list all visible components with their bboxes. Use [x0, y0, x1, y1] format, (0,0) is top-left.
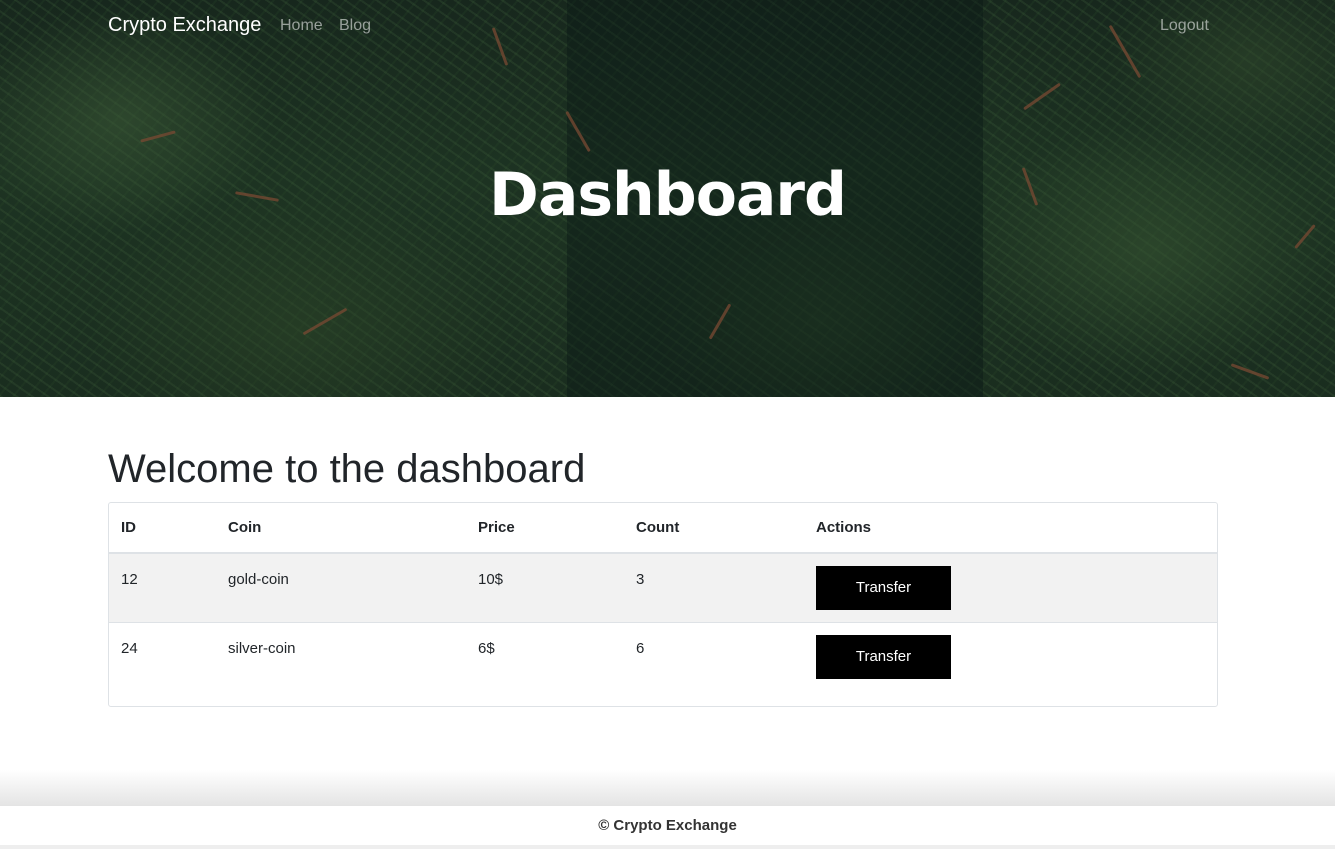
- cell-price: 10$: [478, 571, 504, 588]
- cell-id: 12: [121, 571, 138, 588]
- top-navbar: Crypto Exchange Home Blog Logout: [0, 0, 1335, 52]
- logout-link[interactable]: Logout: [1160, 17, 1209, 35]
- table-row: 12 gold-coin 10$ 3 Transfer: [109, 554, 1217, 623]
- column-header-id: ID: [121, 519, 136, 536]
- nav-link-blog[interactable]: Blog: [339, 17, 371, 35]
- cell-price: 6$: [478, 640, 495, 657]
- transfer-button[interactable]: Transfer: [816, 566, 951, 610]
- column-header-coin: Coin: [228, 519, 262, 536]
- decorative-twig: [140, 130, 176, 143]
- table-header-row: ID Coin Price Count Actions: [109, 503, 1217, 554]
- footer-shadow: [0, 770, 1335, 806]
- page-footer: © Crypto Exchange: [0, 806, 1335, 849]
- hero-banner: Crypto Exchange Home Blog Logout Dashboa…: [0, 0, 1335, 397]
- brand-link[interactable]: Crypto Exchange: [108, 14, 261, 37]
- page-heading: Welcome to the dashboard: [108, 447, 586, 491]
- cell-coin: gold-coin: [228, 571, 289, 588]
- coins-table: ID Coin Price Count Actions 12 gold-coin…: [108, 502, 1218, 707]
- decorative-twig: [1230, 363, 1270, 380]
- cell-coin: silver-coin: [228, 640, 296, 657]
- table-row: 24 silver-coin 6$ 6 Transfer: [109, 623, 1217, 691]
- cell-id: 24: [121, 640, 138, 657]
- transfer-button[interactable]: Transfer: [816, 635, 951, 679]
- decorative-twig: [1023, 82, 1061, 111]
- decorative-twig: [302, 307, 348, 336]
- footer-copyright: © Crypto Exchange: [598, 817, 737, 834]
- nav-link-home[interactable]: Home: [280, 17, 323, 35]
- cell-count: 3: [636, 571, 645, 588]
- column-header-actions: Actions: [816, 519, 872, 536]
- cell-count: 6: [636, 640, 645, 657]
- hero-title: Dashboard: [489, 160, 847, 230]
- column-header-price: Price: [478, 519, 515, 536]
- column-header-count: Count: [636, 519, 680, 536]
